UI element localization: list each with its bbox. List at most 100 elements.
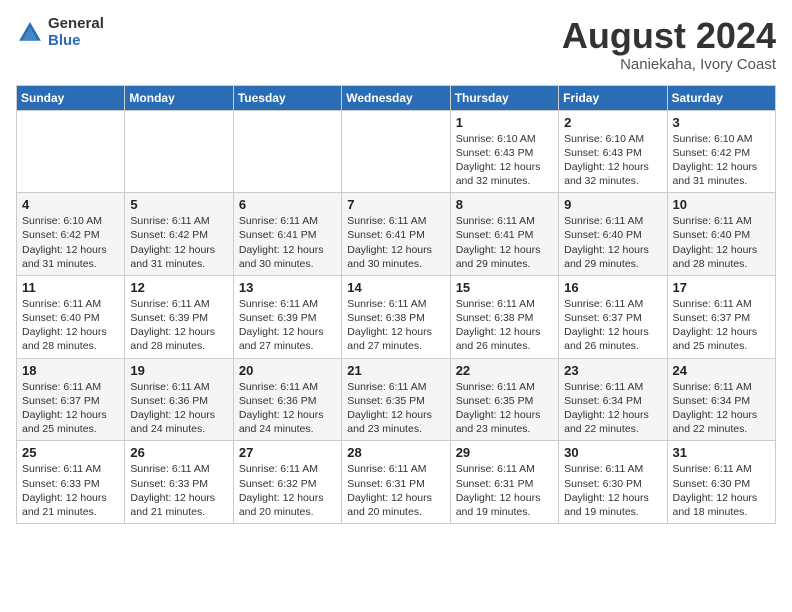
- day-number: 13: [239, 280, 336, 295]
- calendar-cell: 8 Sunrise: 6:11 AM Sunset: 6:41 PM Daylig…: [450, 193, 558, 276]
- calendar-header-sunday: Sunday: [17, 85, 125, 110]
- day-info: Sunrise: 6:11 AM Sunset: 6:30 PM Dayligh…: [673, 462, 770, 519]
- calendar-table: SundayMondayTuesdayWednesdayThursdayFrid…: [16, 85, 776, 524]
- calendar-cell: 30 Sunrise: 6:11 AM Sunset: 6:30 PM Dayli…: [559, 441, 667, 524]
- calendar-cell: 31 Sunrise: 6:11 AM Sunset: 6:30 PM Dayli…: [667, 441, 775, 524]
- day-number: 15: [456, 280, 553, 295]
- day-number: 4: [22, 197, 119, 212]
- calendar-header-friday: Friday: [559, 85, 667, 110]
- calendar-cell: 19 Sunrise: 6:11 AM Sunset: 6:36 PM Dayli…: [125, 358, 233, 441]
- day-number: 21: [347, 363, 444, 378]
- logo-blue-label: Blue: [48, 33, 104, 50]
- calendar-cell: 5 Sunrise: 6:11 AM Sunset: 6:42 PM Daylig…: [125, 193, 233, 276]
- day-number: 30: [564, 445, 661, 460]
- day-info: Sunrise: 6:11 AM Sunset: 6:41 PM Dayligh…: [456, 214, 553, 271]
- calendar-cell: 21 Sunrise: 6:11 AM Sunset: 6:35 PM Dayli…: [342, 358, 450, 441]
- day-number: 31: [673, 445, 770, 460]
- day-number: 23: [564, 363, 661, 378]
- day-number: 17: [673, 280, 770, 295]
- day-info: Sunrise: 6:11 AM Sunset: 6:36 PM Dayligh…: [130, 380, 227, 437]
- day-number: 12: [130, 280, 227, 295]
- day-info: Sunrise: 6:11 AM Sunset: 6:33 PM Dayligh…: [130, 462, 227, 519]
- calendar-header-thursday: Thursday: [450, 85, 558, 110]
- calendar-week-5: 25Sunrise: 6:11 AM Sunset: 6:33 PM Dayli…: [17, 441, 776, 524]
- day-info: Sunrise: 6:10 AM Sunset: 6:42 PM Dayligh…: [22, 214, 119, 271]
- day-number: 14: [347, 280, 444, 295]
- day-number: 16: [564, 280, 661, 295]
- day-info: Sunrise: 6:11 AM Sunset: 6:37 PM Dayligh…: [564, 297, 661, 354]
- calendar-title: August 2024: [562, 16, 776, 56]
- calendar-header-monday: Monday: [125, 85, 233, 110]
- calendar-cell: 24Sunrise: 6:11 AM Sunset: 6:34 PM Dayli…: [667, 358, 775, 441]
- day-number: 11: [22, 280, 119, 295]
- calendar-cell: [233, 110, 341, 193]
- calendar-cell: [342, 110, 450, 193]
- day-info: Sunrise: 6:11 AM Sunset: 6:32 PM Dayligh…: [239, 462, 336, 519]
- calendar-cell: 27 Sunrise: 6:11 AM Sunset: 6:32 PM Dayli…: [233, 441, 341, 524]
- calendar-header-row: SundayMondayTuesdayWednesdayThursdayFrid…: [17, 85, 776, 110]
- day-info: Sunrise: 6:11 AM Sunset: 6:35 PM Dayligh…: [347, 380, 444, 437]
- calendar-cell: 26 Sunrise: 6:11 AM Sunset: 6:33 PM Dayli…: [125, 441, 233, 524]
- day-info: Sunrise: 6:11 AM Sunset: 6:37 PM Dayligh…: [22, 380, 119, 437]
- day-info: Sunrise: 6:10 AM Sunset: 6:42 PM Dayligh…: [673, 132, 770, 189]
- calendar-cell: 12Sunrise: 6:11 AM Sunset: 6:39 PM Dayli…: [125, 275, 233, 358]
- day-info: Sunrise: 6:11 AM Sunset: 6:42 PM Dayligh…: [130, 214, 227, 271]
- day-number: 22: [456, 363, 553, 378]
- calendar-cell: 17 Sunrise: 6:11 AM Sunset: 6:37 PM Dayli…: [667, 275, 775, 358]
- calendar-header-saturday: Saturday: [667, 85, 775, 110]
- day-number: 29: [456, 445, 553, 460]
- calendar-cell: 1 Sunrise: 6:10 AM Sunset: 6:43 PM Daylig…: [450, 110, 558, 193]
- day-number: 10: [673, 197, 770, 212]
- day-number: 26: [130, 445, 227, 460]
- calendar-cell: 25Sunrise: 6:11 AM Sunset: 6:33 PM Dayli…: [17, 441, 125, 524]
- calendar-cell: 3 Sunrise: 6:10 AM Sunset: 6:42 PM Daylig…: [667, 110, 775, 193]
- day-info: Sunrise: 6:11 AM Sunset: 6:40 PM Dayligh…: [564, 214, 661, 271]
- day-number: 18: [22, 363, 119, 378]
- day-info: Sunrise: 6:11 AM Sunset: 6:31 PM Dayligh…: [347, 462, 444, 519]
- calendar-cell: 7Sunrise: 6:11 AM Sunset: 6:41 PM Daylig…: [342, 193, 450, 276]
- day-info: Sunrise: 6:11 AM Sunset: 6:31 PM Dayligh…: [456, 462, 553, 519]
- day-info: Sunrise: 6:11 AM Sunset: 6:38 PM Dayligh…: [347, 297, 444, 354]
- calendar-week-1: 1 Sunrise: 6:10 AM Sunset: 6:43 PM Daylig…: [17, 110, 776, 193]
- calendar-cell: 29 Sunrise: 6:11 AM Sunset: 6:31 PM Dayli…: [450, 441, 558, 524]
- day-info: Sunrise: 6:11 AM Sunset: 6:41 PM Dayligh…: [239, 214, 336, 271]
- calendar-cell: 14 Sunrise: 6:11 AM Sunset: 6:38 PM Dayli…: [342, 275, 450, 358]
- day-number: 19: [130, 363, 227, 378]
- logo-general-label: General: [48, 16, 104, 33]
- calendar-cell: 10 Sunrise: 6:11 AM Sunset: 6:40 PM Dayli…: [667, 193, 775, 276]
- day-number: 9: [564, 197, 661, 212]
- day-info: Sunrise: 6:11 AM Sunset: 6:41 PM Dayligh…: [347, 214, 444, 271]
- calendar-cell: [17, 110, 125, 193]
- calendar-cell: [125, 110, 233, 193]
- calendar-cell: 22Sunrise: 6:11 AM Sunset: 6:35 PM Dayli…: [450, 358, 558, 441]
- calendar-cell: 11Sunrise: 6:11 AM Sunset: 6:40 PM Dayli…: [17, 275, 125, 358]
- calendar-cell: 2Sunrise: 6:10 AM Sunset: 6:43 PM Daylig…: [559, 110, 667, 193]
- day-number: 2: [564, 115, 661, 130]
- day-info: Sunrise: 6:11 AM Sunset: 6:40 PM Dayligh…: [673, 214, 770, 271]
- day-info: Sunrise: 6:11 AM Sunset: 6:30 PM Dayligh…: [564, 462, 661, 519]
- day-number: 6: [239, 197, 336, 212]
- day-number: 5: [130, 197, 227, 212]
- calendar-cell: 20Sunrise: 6:11 AM Sunset: 6:36 PM Dayli…: [233, 358, 341, 441]
- calendar-cell: 18 Sunrise: 6:11 AM Sunset: 6:37 PM Dayli…: [17, 358, 125, 441]
- day-number: 1: [456, 115, 553, 130]
- calendar-cell: 28Sunrise: 6:11 AM Sunset: 6:31 PM Dayli…: [342, 441, 450, 524]
- title-block: August 2024 Naniekaha, Ivory Coast: [562, 16, 776, 73]
- calendar-location: Naniekaha, Ivory Coast: [562, 56, 776, 73]
- day-info: Sunrise: 6:11 AM Sunset: 6:34 PM Dayligh…: [564, 380, 661, 437]
- calendar-cell: 4 Sunrise: 6:10 AM Sunset: 6:42 PM Daylig…: [17, 193, 125, 276]
- day-number: 27: [239, 445, 336, 460]
- day-info: Sunrise: 6:10 AM Sunset: 6:43 PM Dayligh…: [456, 132, 553, 189]
- calendar-cell: 9 Sunrise: 6:11 AM Sunset: 6:40 PM Daylig…: [559, 193, 667, 276]
- day-info: Sunrise: 6:11 AM Sunset: 6:36 PM Dayligh…: [239, 380, 336, 437]
- calendar-header-wednesday: Wednesday: [342, 85, 450, 110]
- calendar-week-4: 18 Sunrise: 6:11 AM Sunset: 6:37 PM Dayli…: [17, 358, 776, 441]
- day-number: 24: [673, 363, 770, 378]
- day-number: 8: [456, 197, 553, 212]
- calendar-cell: 23 Sunrise: 6:11 AM Sunset: 6:34 PM Dayli…: [559, 358, 667, 441]
- day-info: Sunrise: 6:11 AM Sunset: 6:37 PM Dayligh…: [673, 297, 770, 354]
- calendar-cell: 13Sunrise: 6:11 AM Sunset: 6:39 PM Dayli…: [233, 275, 341, 358]
- calendar-cell: 6 Sunrise: 6:11 AM Sunset: 6:41 PM Daylig…: [233, 193, 341, 276]
- calendar-header-tuesday: Tuesday: [233, 85, 341, 110]
- day-number: 3: [673, 115, 770, 130]
